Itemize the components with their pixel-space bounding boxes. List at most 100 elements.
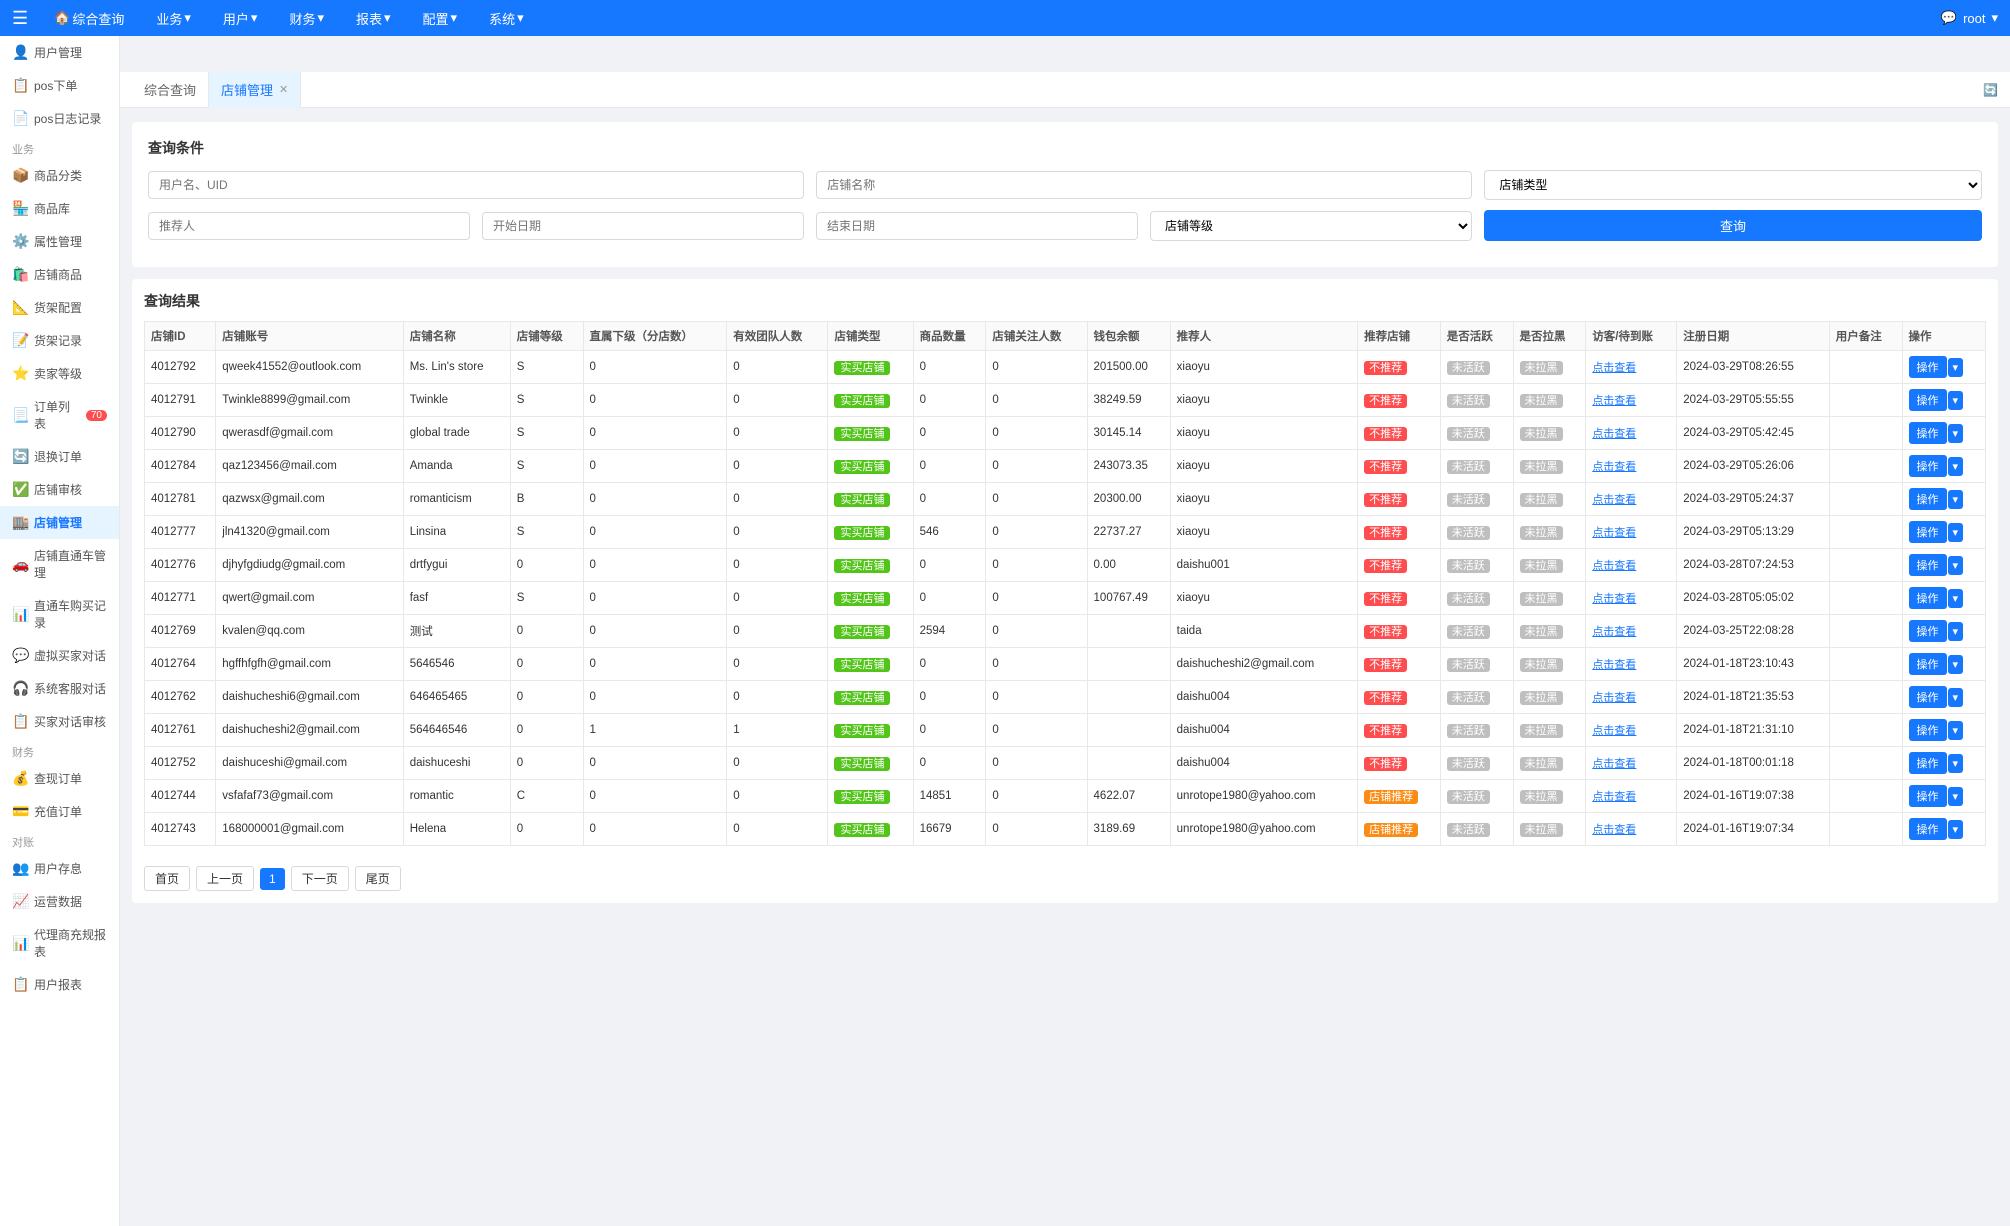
cell-action[interactable]: 操作▾ [1902, 615, 1985, 648]
action-dropdown-btn[interactable]: ▾ [1948, 589, 1964, 608]
action-btn[interactable]: 操作 [1909, 455, 1947, 477]
sidebar-item-ops-data[interactable]: 📈 运营数据 [0, 885, 119, 918]
action-btn[interactable]: 操作 [1909, 818, 1947, 840]
action-dropdown-btn[interactable]: ▾ [1948, 490, 1964, 509]
sidebar-item-agent-report[interactable]: 📊 代理商充规报表 [0, 918, 119, 968]
nav-system[interactable]: 系统 ▾ [483, 9, 530, 28]
visit-link[interactable]: 点击查看 [1592, 593, 1636, 605]
refresh-icon[interactable]: 🔄 [1983, 83, 1998, 97]
visit-link[interactable]: 点击查看 [1592, 428, 1636, 440]
action-dropdown-btn[interactable]: ▾ [1948, 787, 1964, 806]
sidebar-item-shelf-record[interactable]: 📝 货架记录 [0, 324, 119, 357]
cell-action[interactable]: 操作▾ [1902, 747, 1985, 780]
referrer-input[interactable] [148, 212, 470, 240]
cell-visit[interactable]: 点击查看 [1586, 648, 1677, 681]
cell-action[interactable]: 操作▾ [1902, 384, 1985, 417]
cell-visit[interactable]: 点击查看 [1586, 549, 1677, 582]
tab-shop-management[interactable]: 店铺管理 ✕ [209, 72, 301, 108]
cell-action[interactable]: 操作▾ [1902, 417, 1985, 450]
sidebar-item-order-list[interactable]: 📃 订单列表 70 [0, 390, 119, 440]
sidebar-item-pos-order[interactable]: 📋 pos下单 [0, 69, 119, 102]
sidebar-item-return-order[interactable]: 🔄 退换订单 [0, 440, 119, 473]
action-dropdown-btn[interactable]: ▾ [1948, 688, 1964, 707]
sidebar-item-direct-record[interactable]: 📊 直通车购买记录 [0, 589, 119, 639]
action-dropdown-btn[interactable]: ▾ [1948, 424, 1964, 443]
sidebar-item-pos-log[interactable]: 📄 pos日志记录 [0, 102, 119, 135]
first-page-btn[interactable]: 首页 [144, 866, 190, 891]
visit-link[interactable]: 点击查看 [1592, 725, 1636, 737]
cell-action[interactable]: 操作▾ [1902, 516, 1985, 549]
sidebar-item-product-category[interactable]: 📦 商品分类 [0, 159, 119, 192]
action-btn[interactable]: 操作 [1909, 785, 1947, 807]
sidebar-item-product-library[interactable]: 🏪 商品库 [0, 192, 119, 225]
username-input[interactable] [148, 171, 804, 199]
sidebar-item-attribute-mgmt[interactable]: ⚙️ 属性管理 [0, 225, 119, 258]
nav-config[interactable]: 配置 ▾ [417, 9, 464, 28]
cell-action[interactable]: 操作▾ [1902, 780, 1985, 813]
sidebar-item-shop-direct[interactable]: 🚗 店铺直通车管理 [0, 539, 119, 589]
cell-action[interactable]: 操作▾ [1902, 351, 1985, 384]
cell-visit[interactable]: 点击查看 [1586, 714, 1677, 747]
cell-action[interactable]: 操作▾ [1902, 582, 1985, 615]
cell-visit[interactable]: 点击查看 [1586, 384, 1677, 417]
sidebar-item-buyer-audit[interactable]: 📋 买家对话审核 [0, 705, 119, 738]
sidebar-item-shelf-config[interactable]: 📐 货架配置 [0, 291, 119, 324]
action-dropdown-btn[interactable]: ▾ [1948, 523, 1964, 542]
sidebar-item-user-report[interactable]: 📋 用户报表 [0, 968, 119, 1001]
shop-type-select[interactable]: 店铺类型 实买店铺 其他 [1484, 170, 1982, 200]
visit-link[interactable]: 点击查看 [1592, 494, 1636, 506]
action-btn[interactable]: 操作 [1909, 653, 1947, 675]
cell-action[interactable]: 操作▾ [1902, 648, 1985, 681]
visit-link[interactable]: 点击查看 [1592, 824, 1636, 836]
action-btn[interactable]: 操作 [1909, 521, 1947, 543]
action-dropdown-btn[interactable]: ▾ [1948, 457, 1964, 476]
start-date-input[interactable] [482, 212, 804, 240]
action-dropdown-btn[interactable]: ▾ [1948, 556, 1964, 575]
sidebar-item-user-balance[interactable]: 👥 用户存息 [0, 852, 119, 885]
tab-close-icon[interactable]: ✕ [279, 83, 288, 96]
sidebar-item-shop-audit[interactable]: ✅ 店铺审核 [0, 473, 119, 506]
sidebar-item-customer-service[interactable]: 🎧 系统客服对话 [0, 672, 119, 705]
visit-link[interactable]: 点击查看 [1592, 659, 1636, 671]
cell-visit[interactable]: 点击查看 [1586, 483, 1677, 516]
cell-visit[interactable]: 点击查看 [1586, 681, 1677, 714]
search-button[interactable]: 查询 [1484, 210, 1982, 241]
cell-visit[interactable]: 点击查看 [1586, 351, 1677, 384]
cell-visit[interactable]: 点击查看 [1586, 813, 1677, 846]
visit-link[interactable]: 点击查看 [1592, 362, 1636, 374]
prev-page-btn[interactable]: 上一页 [196, 866, 254, 891]
cell-action[interactable]: 操作▾ [1902, 714, 1985, 747]
action-btn[interactable]: 操作 [1909, 422, 1947, 444]
cell-visit[interactable]: 点击查看 [1586, 747, 1677, 780]
cell-action[interactable]: 操作▾ [1902, 549, 1985, 582]
cell-action[interactable]: 操作▾ [1902, 813, 1985, 846]
tab-general-query[interactable]: 综合查询 [132, 72, 209, 108]
last-page-btn[interactable]: 尾页 [355, 866, 401, 891]
nav-user[interactable]: 用户 ▾ [217, 9, 264, 28]
cell-visit[interactable]: 点击查看 [1586, 615, 1677, 648]
action-btn[interactable]: 操作 [1909, 554, 1947, 576]
action-dropdown-btn[interactable]: ▾ [1948, 655, 1964, 674]
action-btn[interactable]: 操作 [1909, 488, 1947, 510]
sidebar-item-shop-products[interactable]: 🛍️ 店铺商品 [0, 258, 119, 291]
visit-link[interactable]: 点击查看 [1592, 560, 1636, 572]
action-dropdown-btn[interactable]: ▾ [1948, 622, 1964, 641]
visit-link[interactable]: 点击查看 [1592, 692, 1636, 704]
visit-link[interactable]: 点击查看 [1592, 527, 1636, 539]
action-btn[interactable]: 操作 [1909, 620, 1947, 642]
action-dropdown-btn[interactable]: ▾ [1948, 820, 1964, 839]
cell-visit[interactable]: 点击查看 [1586, 516, 1677, 549]
action-btn[interactable]: 操作 [1909, 356, 1947, 378]
next-page-btn[interactable]: 下一页 [291, 866, 349, 891]
visit-link[interactable]: 点击查看 [1592, 461, 1636, 473]
visit-link[interactable]: 点击查看 [1592, 626, 1636, 638]
action-dropdown-btn[interactable]: ▾ [1948, 391, 1964, 410]
shop-name-input[interactable] [816, 171, 1472, 199]
sidebar-item-seller-level[interactable]: ⭐ 卖家等级 [0, 357, 119, 390]
nav-finance[interactable]: 财务 ▾ [283, 9, 330, 28]
sidebar-item-virtual-buyer[interactable]: 💬 虚拟买家对话 [0, 639, 119, 672]
nav-report[interactable]: 报表 ▾ [350, 9, 397, 28]
action-btn[interactable]: 操作 [1909, 587, 1947, 609]
visit-link[interactable]: 点击查看 [1592, 791, 1636, 803]
cell-visit[interactable]: 点击查看 [1586, 450, 1677, 483]
